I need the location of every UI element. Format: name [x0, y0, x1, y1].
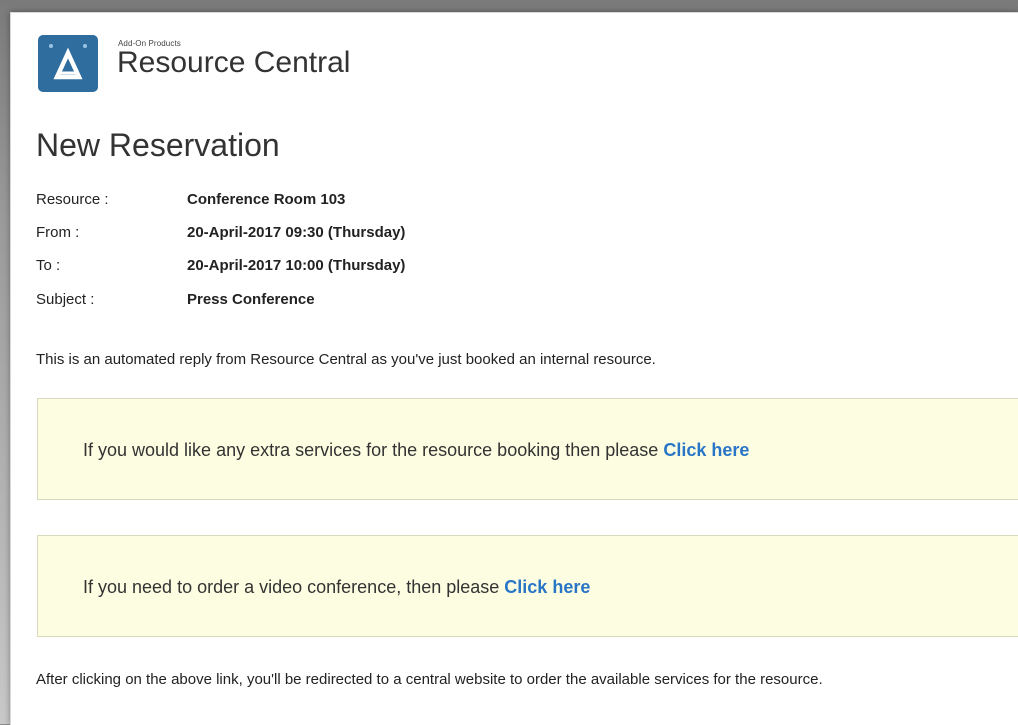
callout-text: If you would like any extra services for… [83, 440, 664, 460]
field-value: Conference Room 103 [187, 191, 346, 208]
window-frame: Add-On Products Resource Central New Res… [0, 0, 1018, 725]
field-value: 20-April-2017 10:00 (Thursday) [187, 257, 406, 274]
field-label: Subject : [36, 291, 95, 308]
delta-triangle-icon [53, 47, 83, 80]
callout-text: If you need to order a video conference,… [83, 577, 505, 597]
callout-text-wrapper: If you would like any extra services for… [83, 399, 749, 501]
callout-text-wrapper: If you need to order a video conference,… [83, 536, 590, 638]
extra-services-callout: If you would like any extra services for… [37, 398, 1018, 500]
outro-message: After clicking on the above link, you'll… [36, 671, 823, 688]
extra-services-link[interactable]: Click here [663, 440, 749, 460]
brand-name: Resource Central [117, 46, 351, 79]
field-value: 20-April-2017 09:30 (Thursday) [187, 224, 406, 241]
field-label: To : [36, 257, 61, 274]
field-label: From : [36, 224, 80, 241]
video-conference-callout: If you need to order a video conference,… [37, 535, 1018, 637]
field-value: Press Conference [187, 291, 315, 308]
brand-logo [38, 35, 98, 92]
page-title: New Reservation [36, 127, 280, 163]
intro-message: This is an automated reply from Resource… [36, 351, 656, 368]
video-conference-link[interactable]: Click here [504, 577, 590, 597]
email-body: Add-On Products Resource Central New Res… [10, 12, 1018, 725]
field-label: Resource : [36, 191, 109, 208]
